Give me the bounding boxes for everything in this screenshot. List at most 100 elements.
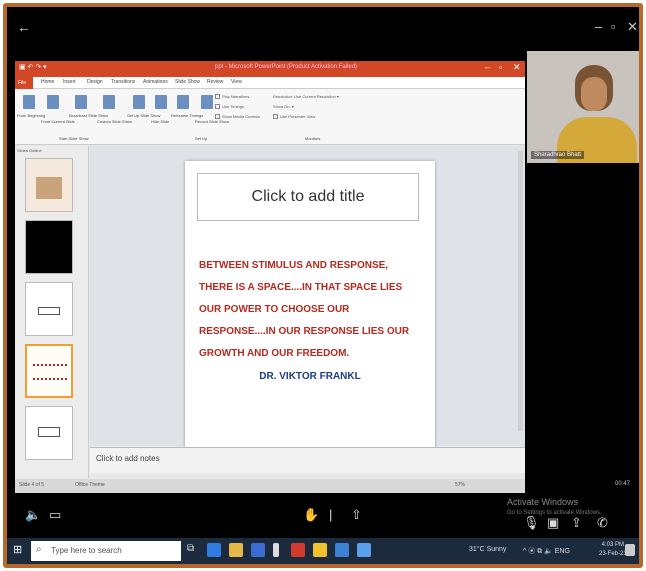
slide-title-placeholder[interactable]: Click to add title: [197, 173, 419, 221]
tab-review[interactable]: Review: [207, 79, 223, 85]
custom-show-icon[interactable]: [103, 95, 115, 109]
store-icon[interactable]: [251, 543, 265, 557]
app-icon-8[interactable]: [357, 543, 371, 557]
search-icon: ⌕: [36, 544, 42, 555]
slide-thumb-3[interactable]: [25, 282, 73, 336]
record-icon[interactable]: [201, 95, 213, 109]
activate-windows-title: Activate Windows: [507, 497, 579, 507]
task-view-icon[interactable]: ⧉: [187, 543, 201, 557]
show-on-row[interactable]: Show On: ▾: [273, 104, 294, 109]
app-icon-6[interactable]: [313, 543, 327, 557]
slide-scrollbar[interactable]: [518, 151, 523, 431]
thumb-tabs[interactable]: Slides Outline: [17, 148, 42, 153]
search-placeholder: Type here to search: [51, 546, 122, 555]
rehearse-label: Rehearse Timings: [171, 113, 204, 118]
ppt-close-icon[interactable]: ✕: [513, 62, 521, 73]
set-up-label: Set Up Slide Show: [127, 113, 161, 118]
maximize-icon[interactable]: ▫: [611, 19, 616, 34]
activate-windows-sub: Go to Settings to activate Windows.: [507, 510, 602, 516]
speaker-icon[interactable]: 🔈: [25, 507, 41, 523]
check-presenter-view[interactable]: Use Presenter View: [273, 114, 315, 120]
app-icon-4[interactable]: [273, 543, 279, 557]
time-badge: 00:47: [615, 481, 631, 487]
tab-insert[interactable]: Insert: [63, 79, 76, 85]
tab-view[interactable]: View: [231, 79, 242, 85]
check-show-media-controls[interactable]: Show Media Controls: [215, 114, 260, 120]
ppt-minimize-icon[interactable]: –: [485, 62, 490, 72]
clock-time: 4:03 PM: [601, 542, 625, 548]
ribbon: From Beginning From Current Slide Broadc…: [15, 89, 525, 145]
participant-video[interactable]: Sharadhrao Bhatt: [527, 51, 639, 163]
clock-date: 23-Feb-21: [599, 551, 627, 557]
slide-thumb-4[interactable]: [25, 344, 73, 398]
notes-placeholder: Click to add notes: [96, 454, 160, 463]
app-icon-7[interactable]: [335, 543, 349, 557]
rehearse-icon[interactable]: [177, 95, 189, 109]
weather-widget[interactable]: 31°C Sunny: [469, 546, 506, 553]
slide-canvas: Click to add title Between stimulus and …: [90, 146, 525, 451]
status-slide-count: Slide 4 of 5: [19, 482, 45, 488]
camera-icon[interactable]: ▣: [547, 515, 559, 531]
ppt-window-title: ppt - Microsoft PowerPoint (Product Acti…: [215, 64, 358, 70]
ribbon-tabs: File Home Insert Design Transitions Anim…: [15, 77, 525, 89]
meeting-top-bar: ← – ▫ ✕: [7, 7, 639, 51]
status-theme: Office Theme: [75, 482, 105, 488]
tab-animations[interactable]: Animations: [143, 79, 168, 85]
slide-thumb-5[interactable]: [25, 406, 73, 460]
broadcast-icon[interactable]: [75, 95, 87, 109]
mic-icon[interactable]: 🎙: [523, 515, 540, 531]
file-explorer-icon[interactable]: [229, 543, 243, 557]
meeting-window: ← – ▫ ✕ ▣ ↶ ↷ ▾ ppt - Microsoft PowerPoi…: [7, 7, 639, 564]
from-current-label: From Current Slide: [41, 119, 75, 124]
app-icon-5[interactable]: [291, 543, 305, 557]
tab-home[interactable]: Home: [41, 79, 54, 85]
from-current-icon[interactable]: [47, 95, 59, 109]
group-set-up: Set Up: [195, 136, 208, 141]
participant-face: [581, 77, 607, 111]
check-play-narrations[interactable]: Play Narrations: [215, 94, 249, 100]
end-call-icon[interactable]: ✆: [597, 515, 608, 531]
share-icon[interactable]: ⇪: [571, 515, 582, 531]
hand-icon[interactable]: ✋: [303, 507, 319, 523]
from-beginning-icon[interactable]: [23, 95, 35, 109]
ppt-maximize-icon[interactable]: ▫: [499, 62, 502, 72]
ppt-title-bar: ▣ ↶ ↷ ▾ ppt - Microsoft PowerPoint (Prod…: [15, 61, 525, 77]
participant-panel: [527, 163, 639, 493]
windows-start-icon[interactable]: ⊞: [13, 544, 25, 556]
taskbar: ⊞ ⌕ Type here to search ⧉ 31°C Sunny ^ ⦿…: [7, 538, 639, 564]
slide-thumb-2[interactable]: [25, 220, 73, 274]
divider-icon: |: [329, 507, 333, 522]
captions-icon[interactable]: ▭: [49, 507, 61, 523]
quick-access-toolbar[interactable]: ▣ ↶ ↷ ▾: [19, 63, 47, 71]
shared-screen: ▣ ↶ ↷ ▾ ppt - Microsoft PowerPoint (Prod…: [15, 61, 525, 493]
slide-author: DR. VIKTOR FRANKL: [259, 371, 361, 382]
group-start-slide-show: Start Slide Show: [59, 136, 89, 141]
tab-slide-show[interactable]: Slide Show: [175, 79, 200, 85]
slide-quote: Between stimulus and response, there is …: [199, 260, 410, 359]
close-icon[interactable]: ✕: [627, 19, 638, 35]
ppt-status-bar: Slide 4 of 5 Office Theme 57%: [15, 479, 525, 493]
tab-file[interactable]: File: [15, 77, 33, 89]
group-monitors: Monitors: [305, 136, 321, 141]
back-arrow-icon[interactable]: ←: [17, 19, 31, 35]
notes-pane[interactable]: Click to add notes: [90, 447, 525, 473]
system-tray[interactable]: ^ ⦿ ⧉ 🔈 ENG: [523, 546, 570, 556]
hide-slide-icon[interactable]: [155, 95, 167, 109]
taskbar-search[interactable]: ⌕ Type here to search: [31, 541, 181, 561]
slide-thumb-1[interactable]: [25, 158, 73, 212]
tab-design[interactable]: Design: [87, 79, 103, 85]
clock[interactable]: 4:03 PM 23-Feb-21: [599, 541, 627, 559]
check-use-timings[interactable]: Use Timings: [215, 104, 244, 110]
edge-icon[interactable]: [207, 543, 221, 557]
custom-show-label: Custom Slide Show: [97, 119, 132, 124]
set-up-icon[interactable]: [133, 95, 145, 109]
minimize-icon[interactable]: –: [595, 19, 602, 34]
notifications-icon[interactable]: [625, 544, 635, 556]
current-slide: Click to add title Between stimulus and …: [185, 161, 435, 451]
resolution-row[interactable]: Resolution: Use Current Resolution ▾: [273, 94, 339, 99]
from-beginning-label: From Beginning: [17, 113, 46, 118]
status-zoom[interactable]: 57%: [455, 482, 465, 488]
present-icon[interactable]: ⇧: [351, 507, 362, 523]
broadcast-label: Broadcast Slide Show: [69, 113, 109, 118]
tab-transitions[interactable]: Transitions: [111, 79, 135, 85]
